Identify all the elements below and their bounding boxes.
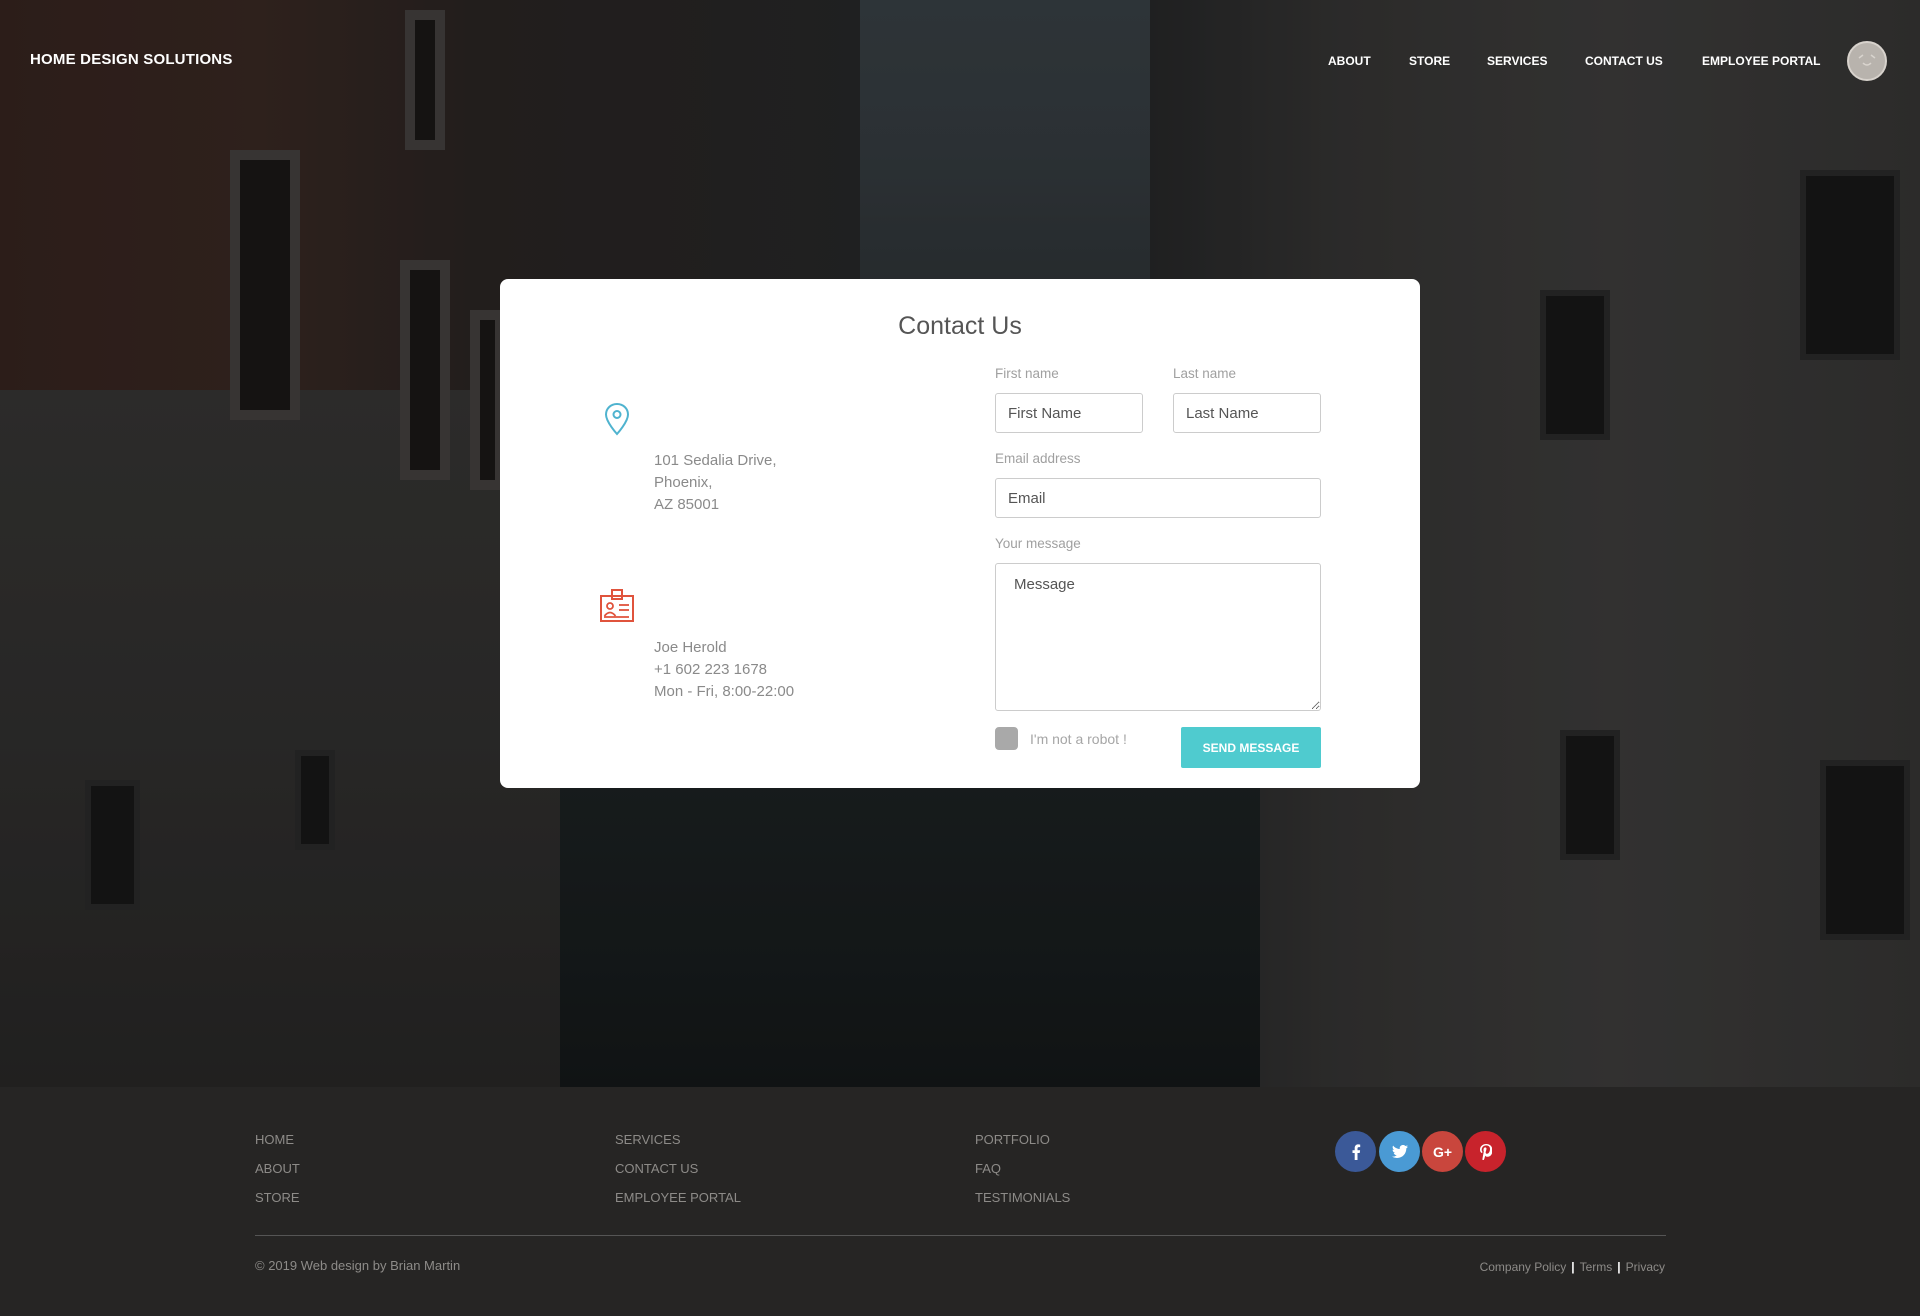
contact-name: Joe Herold: [654, 639, 727, 656]
page-title: Contact Us: [898, 312, 1022, 340]
robot-label: I'm not a robot !: [1030, 731, 1127, 747]
facebook-icon[interactable]: [1335, 1131, 1376, 1172]
google-plus-icon[interactable]: G+: [1422, 1131, 1463, 1172]
contact-phone[interactable]: +1 602 223 1678: [654, 659, 794, 681]
legal-link-company-policy[interactable]: Company Policy: [1480, 1260, 1567, 1274]
message-field[interactable]: [995, 563, 1321, 711]
legal-link-privacy[interactable]: Privacy: [1626, 1260, 1665, 1274]
avatar[interactable]: [1847, 41, 1887, 81]
footer-link-contact-us[interactable]: CONTACT US: [615, 1161, 698, 1176]
footer-divider: [255, 1235, 1666, 1236]
address-line: 101 Sedalia Drive,: [654, 452, 777, 469]
last-name-field[interactable]: [1173, 393, 1321, 433]
legal-links: Company Policy | Terms | Privacy: [1480, 1260, 1665, 1274]
send-message-button[interactable]: SEND MESSAGE: [1181, 727, 1321, 768]
legal-separator: |: [1617, 1260, 1621, 1274]
user-face-icon: [1858, 54, 1876, 66]
last-name-label: Last name: [1173, 366, 1237, 381]
first-name-label: First name: [995, 366, 1059, 381]
location-pin-icon: [604, 402, 630, 436]
legal-separator: |: [1571, 1260, 1575, 1274]
nav-services[interactable]: SERVICES: [1487, 54, 1547, 68]
footer-link-portfolio[interactable]: PORTFOLIO: [975, 1132, 1050, 1147]
nav-contact-us[interactable]: CONTACT US: [1585, 54, 1663, 68]
footer-link-about[interactable]: ABOUT: [255, 1161, 300, 1176]
contact-hours: Mon - Fri, 8:00-22:00: [654, 683, 795, 700]
address-block: 101 Sedalia Drive, Phoenix, AZ 85001: [654, 450, 777, 516]
email-label: Email address: [995, 451, 1081, 466]
email-field[interactable]: [995, 478, 1321, 518]
id-badge-icon: [600, 589, 634, 622]
nav-store[interactable]: STORE: [1409, 54, 1450, 68]
pinterest-icon[interactable]: [1465, 1131, 1506, 1172]
first-name-field[interactable]: [995, 393, 1143, 433]
footer-link-testimonials[interactable]: TESTIMONIALS: [975, 1190, 1070, 1205]
robot-checkbox[interactable]: [995, 727, 1018, 750]
footer-link-employee-portal[interactable]: EMPLOYEE PORTAL: [615, 1190, 741, 1205]
footer-link-faq[interactable]: FAQ: [975, 1161, 1001, 1176]
address-line: AZ 85001: [654, 496, 720, 513]
copyright: © 2019 Web design by Brian Martin: [255, 1258, 461, 1273]
message-label: Your message: [995, 536, 1081, 551]
footer-link-store[interactable]: STORE: [255, 1190, 300, 1205]
contact-card: Contact Us: [500, 279, 1420, 788]
nav-employee-portal[interactable]: EMPLOYEE PORTAL: [1702, 54, 1820, 68]
brand-logo[interactable]: HOME DESIGN SOLUTIONS: [30, 51, 233, 68]
nav-about[interactable]: ABOUT: [1328, 54, 1371, 68]
address-line: Phoenix,: [654, 474, 713, 491]
legal-link-terms[interactable]: Terms: [1580, 1260, 1613, 1274]
contact-person-block: Joe Herold +1 602 223 1678 Mon - Fri, 8:…: [654, 637, 794, 703]
twitter-icon[interactable]: [1379, 1131, 1420, 1172]
footer-link-home[interactable]: HOME: [255, 1132, 294, 1147]
footer-link-services[interactable]: SERVICES: [615, 1132, 681, 1147]
